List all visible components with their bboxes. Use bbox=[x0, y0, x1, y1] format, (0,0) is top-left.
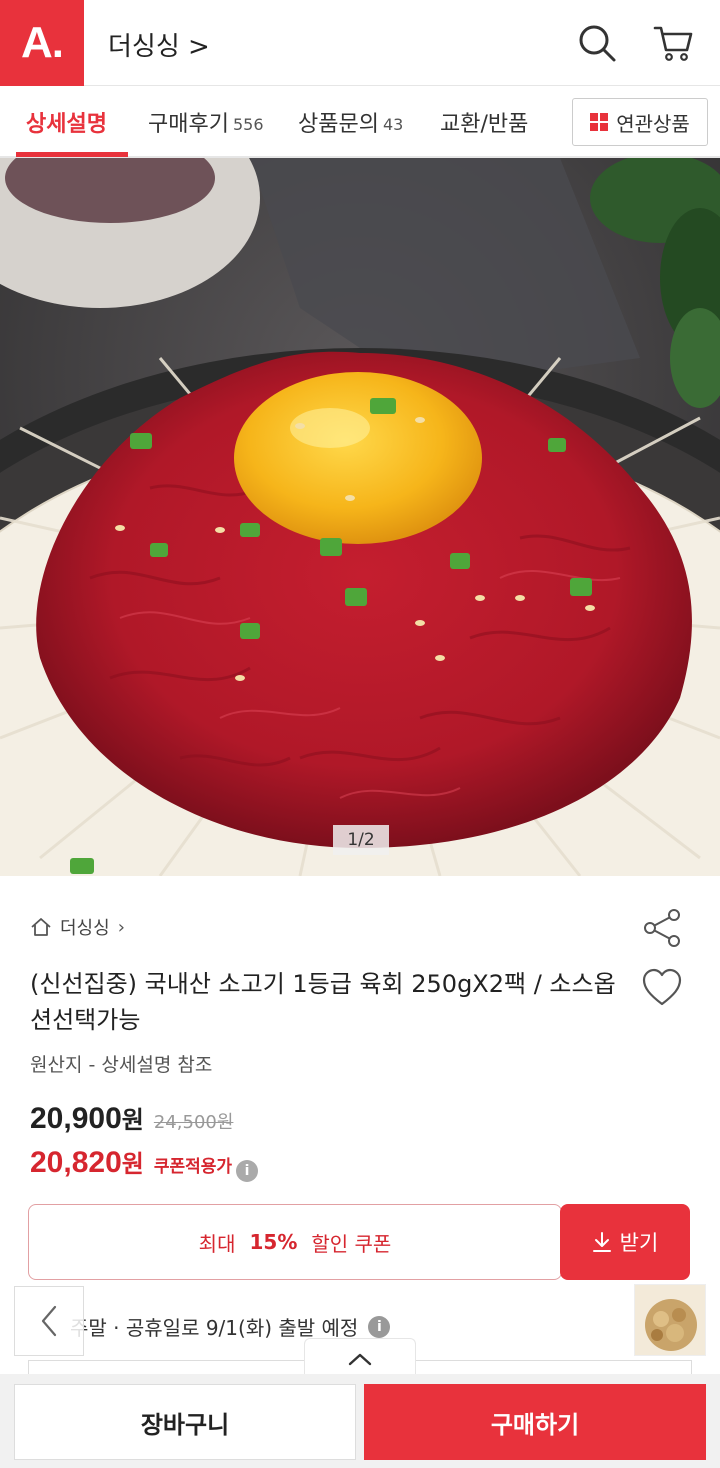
origin-info: 원산지 - 상세설명 참조 bbox=[30, 1054, 213, 1076]
store-name-link[interactable]: 더싱싱 > bbox=[108, 26, 210, 63]
product-image[interactable] bbox=[0, 158, 720, 876]
back-button[interactable] bbox=[14, 1286, 84, 1356]
coupon-banner[interactable]: 최대 15% 할인 쿠폰 bbox=[28, 1204, 562, 1280]
gallery-pager: 1/2 bbox=[333, 825, 389, 855]
download-icon bbox=[592, 1232, 611, 1252]
search-icon[interactable] bbox=[576, 22, 618, 64]
tab-inquiries[interactable]: 상품문의 43 bbox=[298, 86, 403, 158]
yukhoe-photo bbox=[0, 158, 720, 876]
active-tab-indicator bbox=[16, 152, 128, 157]
coupon-price-label: 쿠폰적용가 i bbox=[154, 1152, 259, 1182]
original-price: 24,500원 bbox=[153, 1112, 234, 1133]
coupon-price: 20,820원 bbox=[30, 1146, 144, 1179]
recent-product-thumbnail[interactable] bbox=[634, 1284, 706, 1356]
add-to-cart-button[interactable]: 장바구니 bbox=[14, 1384, 356, 1460]
coupon-price-row: 20,820원 쿠폰적용가 i bbox=[30, 1144, 259, 1182]
tab-exchange-return[interactable]: 교환/반품 bbox=[440, 86, 528, 158]
chevron-right-icon: › bbox=[117, 916, 125, 938]
buy-now-button[interactable]: 구매하기 bbox=[364, 1384, 706, 1460]
tab-description[interactable]: 상세설명 bbox=[26, 86, 107, 158]
shipping-info: 주말 · 공휴일로 9/1(화) 출발 예정 i bbox=[70, 1312, 391, 1341]
review-count: 556 bbox=[232, 114, 264, 134]
info-icon[interactable]: i bbox=[236, 1160, 259, 1182]
share-icon[interactable] bbox=[640, 906, 684, 950]
sale-price: 20,900원 bbox=[30, 1102, 144, 1135]
product-title: (신선집중) 국내산 소고기 1등급 육회 250gX2팩 / 소스옵션선택가능 bbox=[30, 970, 616, 1034]
grid-icon bbox=[590, 113, 609, 131]
shipping-info-icon[interactable]: i bbox=[368, 1315, 391, 1338]
cart-icon[interactable] bbox=[652, 22, 694, 64]
receive-coupon-button[interactable]: 받기 bbox=[560, 1204, 690, 1280]
shop-home-icon bbox=[31, 918, 51, 936]
store-logo[interactable]: A. bbox=[0, 0, 84, 86]
top-header: A. 더싱싱 > bbox=[0, 0, 720, 86]
related-products-button[interactable]: 연관상품 bbox=[572, 98, 708, 146]
heart-icon[interactable] bbox=[640, 966, 684, 1010]
chevron-up-icon bbox=[348, 1353, 372, 1365]
brand-link[interactable]: 더싱싱 › bbox=[30, 914, 125, 940]
coupon-percent: 15% bbox=[249, 1230, 298, 1254]
brand-name: 더싱싱 bbox=[60, 918, 110, 939]
thumbnail-image bbox=[635, 1285, 705, 1355]
tab-reviews[interactable]: 구매후기 556 bbox=[148, 86, 264, 158]
price-row: 20,900원 24,500원 bbox=[30, 1100, 233, 1136]
expand-options-handle[interactable] bbox=[304, 1338, 416, 1378]
chevron-left-icon bbox=[41, 1305, 57, 1337]
inquiry-count: 43 bbox=[382, 114, 404, 134]
